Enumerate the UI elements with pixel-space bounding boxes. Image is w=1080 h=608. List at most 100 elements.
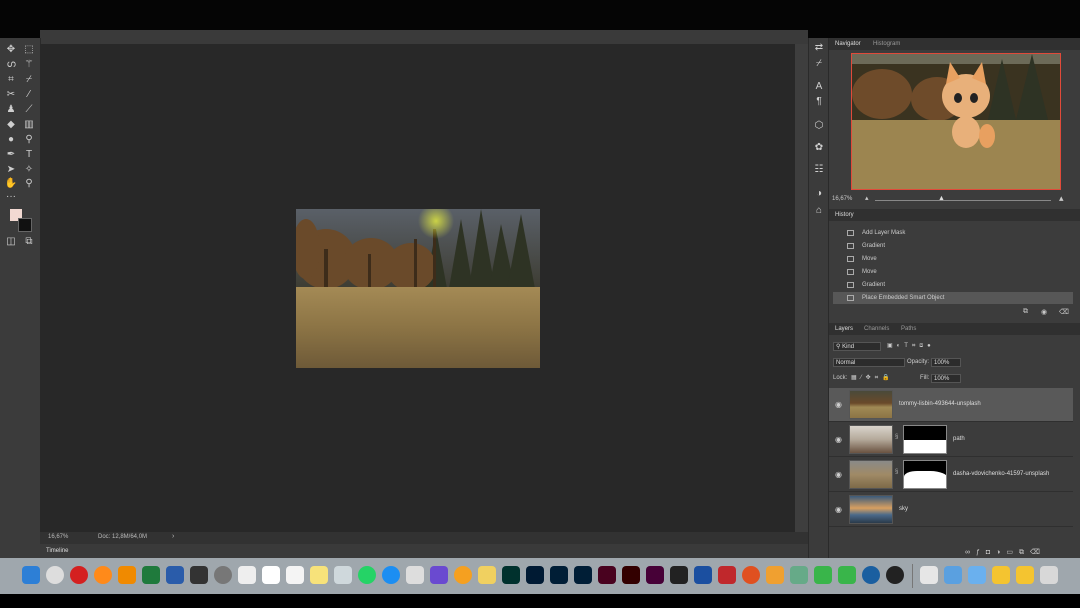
filezilla-icon[interactable] xyxy=(718,566,736,584)
canvas-scrollbar[interactable] xyxy=(795,44,808,532)
zoom-slider-handle[interactable]: ▲ xyxy=(938,195,945,202)
layer-name[interactable]: dasha-vdovichenko-41597-unsplash xyxy=(953,471,1049,477)
3d-app-icon[interactable] xyxy=(742,566,760,584)
quick-mask-icon[interactable]: ◫ xyxy=(4,236,18,248)
eyedropper-icon[interactable]: ⌿ xyxy=(22,74,36,86)
c-app-icon[interactable] xyxy=(838,566,856,584)
chevron-right-icon[interactable]: › xyxy=(172,533,174,540)
lightroom-icon[interactable] xyxy=(526,566,544,584)
trash-icon[interactable]: ⌫ xyxy=(1059,308,1069,316)
lock-icons[interactable]: ▦⁄✥⌗🔒 xyxy=(851,374,894,382)
eraser-icon[interactable]: ◆ xyxy=(4,119,18,131)
opacity-field[interactable]: 100% xyxy=(931,358,961,367)
activity-monitor-icon[interactable] xyxy=(190,566,208,584)
tab-navigator[interactable]: Navigator xyxy=(835,41,861,47)
stickies-icon[interactable] xyxy=(310,566,328,584)
zoom-level[interactable]: 16,67% xyxy=(48,534,68,540)
history-item[interactable]: Move xyxy=(833,266,1073,278)
link-icon[interactable]: § xyxy=(895,434,898,440)
document-icon[interactable] xyxy=(920,566,938,584)
indesign-icon[interactable] xyxy=(598,566,616,584)
plugin-app-icon[interactable] xyxy=(478,566,496,584)
timeline-tab[interactable]: Timeline xyxy=(46,548,68,554)
document-tab[interactable] xyxy=(52,32,182,42)
zoom-in-icon[interactable]: ▴ xyxy=(1059,193,1064,204)
tab-histogram[interactable]: Histogram xyxy=(873,41,900,47)
dodge-tool-icon[interactable]: ⚲ xyxy=(22,134,36,146)
history-item[interactable]: Gradient xyxy=(833,240,1073,252)
background-color-swatch[interactable] xyxy=(18,218,32,232)
history-item[interactable]: Move xyxy=(833,253,1073,265)
hand-tool-icon[interactable]: ✋ xyxy=(4,178,18,190)
lasso-tool-icon[interactable]: ഗ xyxy=(4,59,18,71)
history-brush-icon[interactable]: ⟋ xyxy=(22,104,36,116)
whatsapp-icon[interactable] xyxy=(358,566,376,584)
history-item[interactable]: Add Layer Mask xyxy=(833,227,1073,239)
obs-icon[interactable] xyxy=(886,566,904,584)
gradient-tool-icon[interactable]: ▥ xyxy=(22,119,36,131)
shape-tool-icon[interactable]: ✧ xyxy=(22,164,36,176)
layer-actions[interactable]: ∞ƒ◘◑▭⧉⌫ xyxy=(965,548,1046,557)
layer-name[interactable]: tommy-lisbin-493644-unsplash xyxy=(899,401,981,407)
app-store-icon[interactable] xyxy=(382,566,400,584)
calendar-icon[interactable] xyxy=(262,566,280,584)
eye-icon[interactable]: ◉ xyxy=(835,505,842,514)
layer-mask-thumbnail[interactable] xyxy=(903,460,947,489)
zoom-out-icon[interactable]: ▴ xyxy=(865,194,869,202)
document-image[interactable] xyxy=(296,209,540,368)
tab-channels[interactable]: Channels xyxy=(864,326,889,332)
image-capture-icon[interactable] xyxy=(406,566,424,584)
notes-icon[interactable] xyxy=(238,566,256,584)
tab-paths[interactable]: Paths xyxy=(901,326,916,332)
layer-row[interactable]: ◉ sky xyxy=(829,493,1073,527)
blender-icon[interactable] xyxy=(454,566,472,584)
fill-field[interactable]: 100% xyxy=(931,374,961,383)
xd-icon[interactable] xyxy=(646,566,664,584)
layer-row[interactable]: ◉ § path xyxy=(829,423,1073,457)
document-tab[interactable] xyxy=(440,32,490,42)
photoshop-cs-icon[interactable] xyxy=(550,566,568,584)
video-editor-icon[interactable] xyxy=(670,566,688,584)
document-tab[interactable] xyxy=(192,32,432,42)
layer-row-selected[interactable]: ◉ tommy-lisbin-493644-unsplash xyxy=(829,388,1073,422)
layer-mask-thumbnail[interactable] xyxy=(903,425,947,454)
history-item[interactable]: Gradient xyxy=(833,279,1073,291)
marquee-tool-icon[interactable]: ⬚ xyxy=(22,44,36,56)
photoshop-icon[interactable] xyxy=(574,566,592,584)
history-item-selected[interactable]: Place Embedded Smart Object xyxy=(833,292,1073,304)
tab-layers[interactable]: Layers xyxy=(835,326,853,332)
link-icon[interactable]: § xyxy=(895,469,898,475)
layer-row[interactable]: ◉ § dasha-vdovichenko-41597-unsplash xyxy=(829,458,1073,492)
finder-icon[interactable] xyxy=(22,566,40,584)
layer-filter-select[interactable]: ⚲ Kind xyxy=(833,342,881,351)
pen-tool-icon[interactable]: ✒ xyxy=(4,149,18,161)
reminders-icon[interactable] xyxy=(286,566,304,584)
folder-icon[interactable] xyxy=(1016,566,1034,584)
downloads-folder-icon[interactable] xyxy=(968,566,986,584)
adjustments-icon[interactable]: ✿ xyxy=(812,142,826,154)
magic-wand-icon[interactable]: ⚚ xyxy=(22,59,36,71)
new-document-from-state-icon[interactable]: ⧉ xyxy=(1023,308,1028,316)
screen-recorder-icon[interactable] xyxy=(430,566,448,584)
eye-icon[interactable]: ◉ xyxy=(835,470,842,479)
folder-icon[interactable] xyxy=(944,566,962,584)
word-icon[interactable] xyxy=(166,566,184,584)
affinity-icon[interactable] xyxy=(790,566,808,584)
trash-icon[interactable] xyxy=(1040,566,1058,584)
styles-icon[interactable]: ◑ xyxy=(812,188,826,200)
sketchbook-icon[interactable] xyxy=(766,566,784,584)
more-tools-icon[interactable]: ··· xyxy=(4,191,18,203)
audition-icon[interactable] xyxy=(502,566,520,584)
layer-name[interactable]: sky xyxy=(899,506,908,512)
tab-history[interactable]: History xyxy=(835,212,854,218)
excel-icon[interactable] xyxy=(142,566,160,584)
clone-source-icon[interactable]: ⌂ xyxy=(812,205,826,217)
path-selection-icon[interactable]: ➤ xyxy=(4,164,18,176)
eye-icon[interactable]: ◉ xyxy=(835,400,842,409)
blur-tool-icon[interactable]: ● xyxy=(4,134,18,146)
crop-app-icon[interactable] xyxy=(694,566,712,584)
browser-app-icon[interactable] xyxy=(862,566,880,584)
system-preferences-icon[interactable] xyxy=(214,566,232,584)
healing-brush-icon[interactable]: ✂ xyxy=(4,89,18,101)
crop-tool-icon[interactable]: ⌗ xyxy=(4,74,18,86)
